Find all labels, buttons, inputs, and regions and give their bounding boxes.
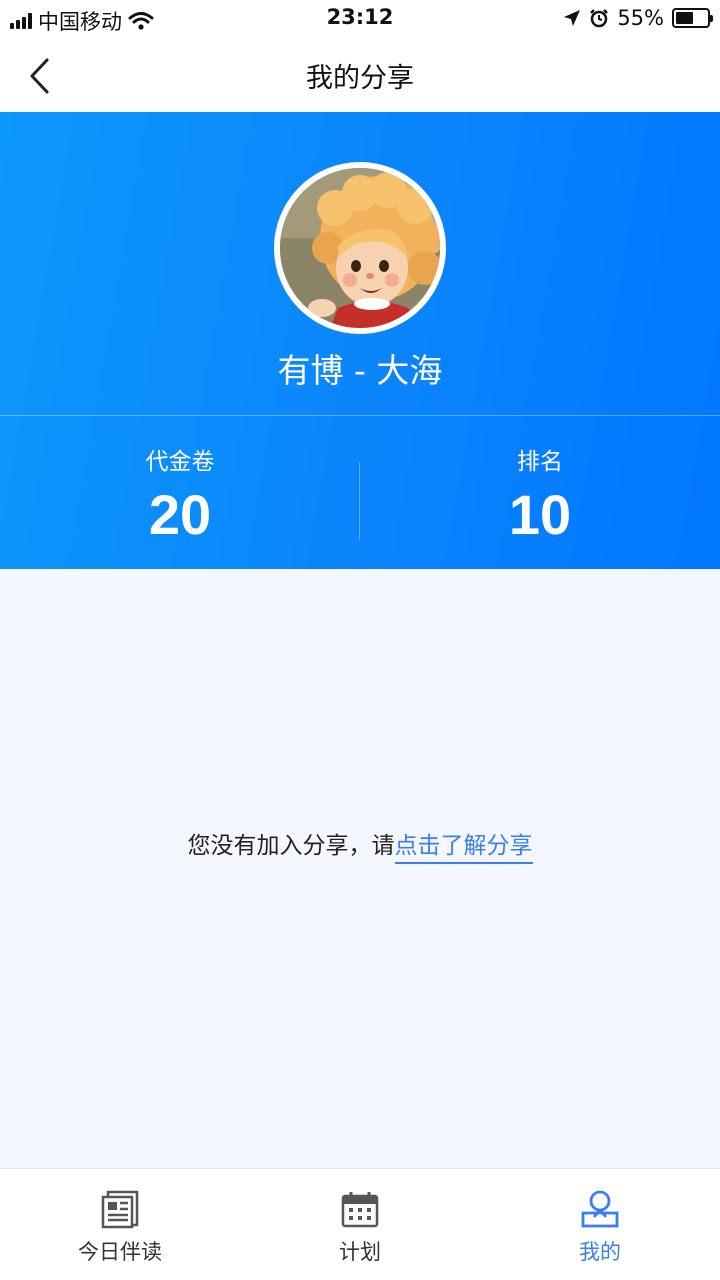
avatar[interactable] <box>274 162 446 334</box>
tab-daily-reading-label: 今日伴读 <box>78 1240 162 1264</box>
learn-share-link[interactable]: 点击了解分享 <box>394 833 533 864</box>
rank-value: 10 <box>508 483 572 546</box>
alarm-icon <box>590 9 609 28</box>
newspaper-icon <box>101 1190 139 1229</box>
profile-header: 有博 - 大海 代金卷 20 排名 10 <box>0 112 720 569</box>
cartoon-girl-avatar-icon <box>280 168 440 328</box>
person-icon <box>581 1190 619 1228</box>
tab-mine-label: 我的 <box>579 1240 621 1264</box>
voucher-stat: 代金卷 20 <box>0 442 360 547</box>
location-arrow-icon <box>564 10 581 26</box>
voucher-label: 代金卷 <box>145 449 215 475</box>
battery-fill <box>676 12 693 24</box>
tab-plan-label: 计划 <box>339 1240 381 1264</box>
battery-icon <box>672 8 713 28</box>
empty-message: 您没有加入分享，请点击了解分享 <box>0 826 720 864</box>
battery-percent: 55% <box>617 6 664 30</box>
tab-daily-reading[interactable]: 今日伴读 <box>0 1169 240 1280</box>
header-divider <box>0 415 720 416</box>
rank-stat: 排名 10 <box>360 442 720 547</box>
nav-bar: 我的分享 <box>0 36 720 112</box>
user-name: 有博 - 大海 <box>277 351 443 390</box>
status-right: 55% <box>563 6 713 30</box>
rank-label: 排名 <box>517 449 563 475</box>
status-bar: 中国移动 23:12 55% <box>0 0 720 36</box>
page-title: 我的分享 <box>306 63 414 94</box>
tab-bar: 今日伴读 计划 我的 <box>0 1168 720 1280</box>
calendar-icon <box>341 1192 379 1228</box>
tab-plan[interactable]: 计划 <box>240 1169 480 1280</box>
voucher-value: 20 <box>148 483 212 546</box>
empty-text: 您没有加入分享，请 <box>187 833 395 859</box>
tab-mine[interactable]: 我的 <box>480 1169 720 1280</box>
